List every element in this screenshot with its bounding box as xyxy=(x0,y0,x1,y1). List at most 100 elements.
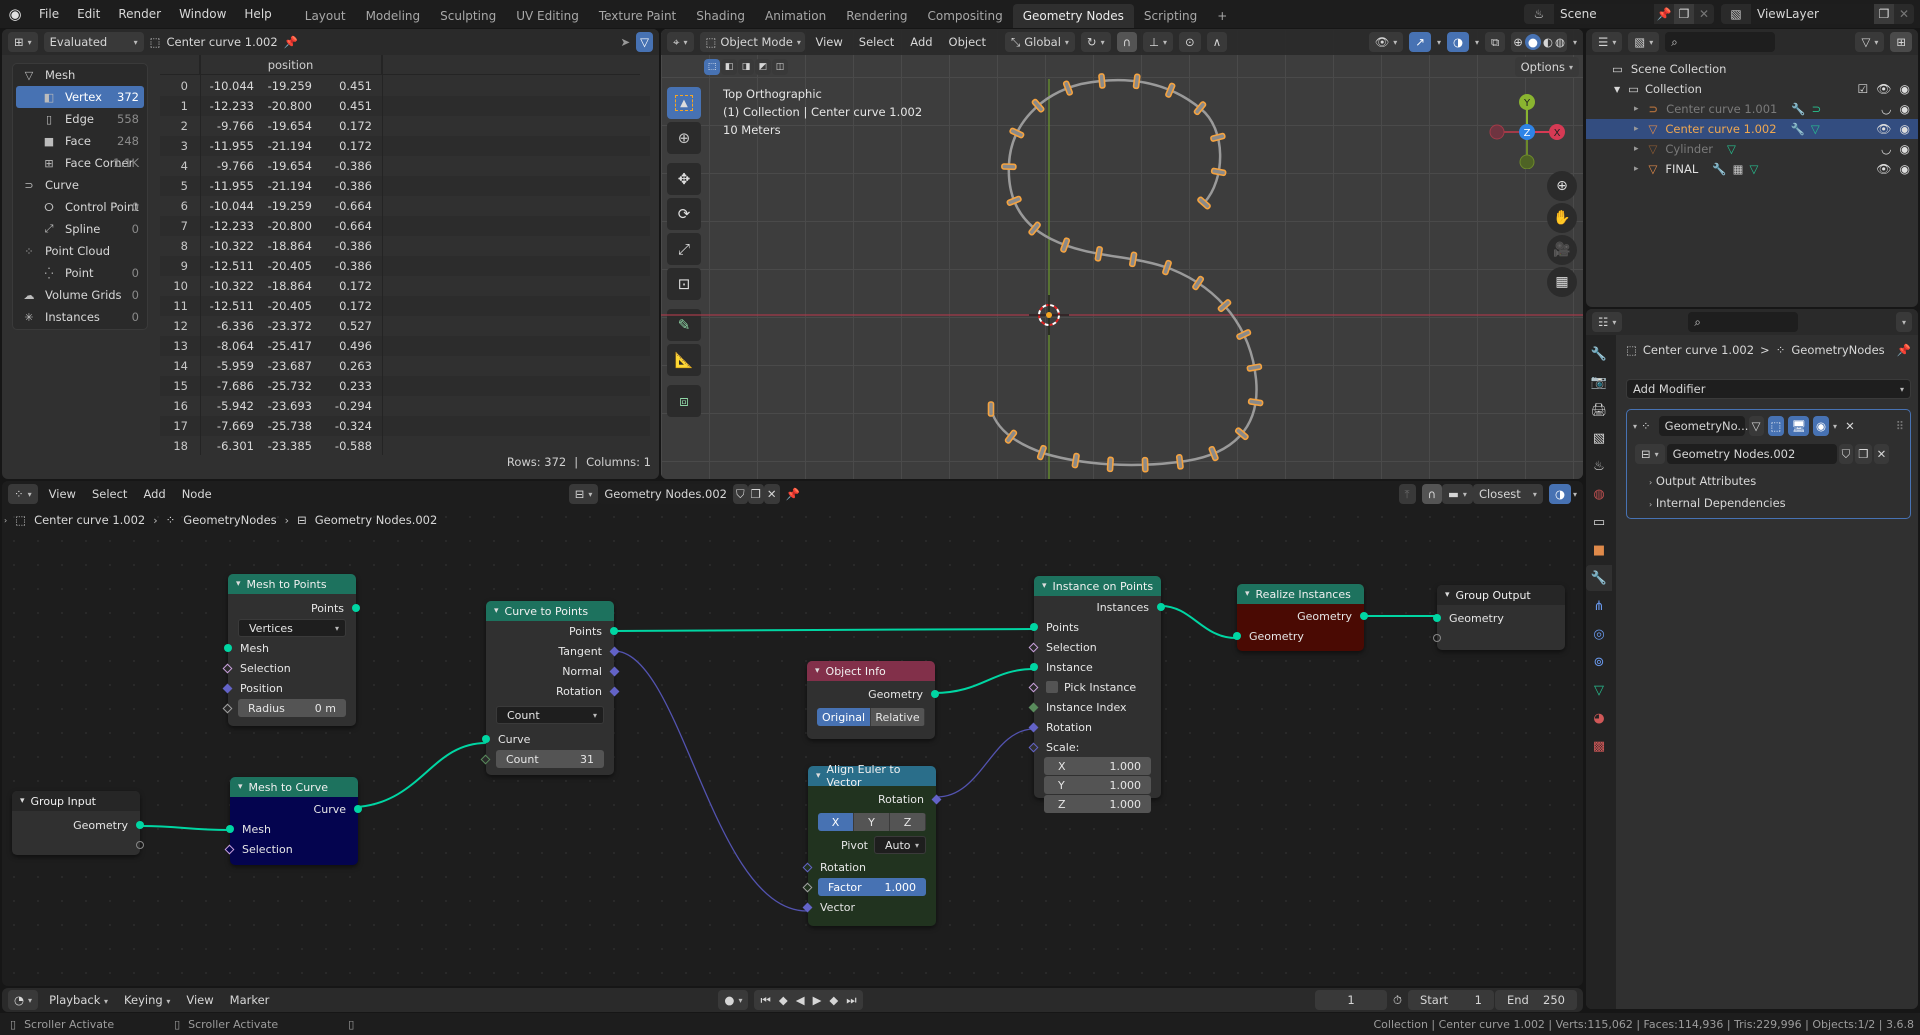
mesh-data-icon[interactable]: ▽ xyxy=(1727,142,1736,156)
domain-face[interactable]: ■ Face 248 xyxy=(13,130,147,152)
drag-handle-icon[interactable]: ⠿ xyxy=(1896,419,1904,433)
hidden-eye-icon[interactable]: ◡ xyxy=(1881,102,1891,116)
socket-dot[interactable] xyxy=(1433,634,1441,642)
mesh-to-points-mode-dropdown[interactable]: Vertices ▾ xyxy=(238,619,346,637)
hidden-eye-icon[interactable]: ◡ xyxy=(1881,142,1891,156)
pin-icon[interactable]: 📌 xyxy=(1654,7,1674,21)
render-toggle[interactable]: ◉ xyxy=(1813,416,1830,436)
view-layer-name[interactable]: ViewLayer xyxy=(1751,4,1874,24)
node-curve-to-points[interactable]: ▾ Curve to Points Points Tangent Normal R… xyxy=(480,601,620,775)
view-layer-selector[interactable]: ▧ ViewLayer ❐ ✕ xyxy=(1721,4,1914,24)
editor-type-button[interactable]: ⊞ ▾ xyxy=(8,32,38,52)
domain-edge[interactable]: ▯ Edge 558 xyxy=(13,108,147,130)
expand-arrow-icon[interactable]: ▸ xyxy=(1634,124,1639,134)
selected-only-icon[interactable]: ➤ xyxy=(621,35,631,49)
visibility-eye-icon[interactable]: 👁 xyxy=(1876,162,1891,176)
axis-z-button[interactable]: Z xyxy=(890,813,926,831)
jump-start-icon[interactable]: ⏮ xyxy=(760,993,770,1008)
scale-y-field[interactable]: Y 1.000 xyxy=(1044,776,1151,794)
modifier-tab-icon[interactable]: 🔧 xyxy=(1586,565,1612,591)
factor-field[interactable]: Factor 1.000 xyxy=(818,878,926,896)
next-keyframe-icon[interactable]: ◆ xyxy=(829,993,838,1007)
outliner-item[interactable]: ▸ ⊃ Center curve 1.001 🔧 ⊃ ◡ ◉ xyxy=(1586,99,1918,119)
axis-y-button[interactable]: Y xyxy=(854,813,890,831)
visibility-eye-icon[interactable]: 👁 xyxy=(1876,122,1891,136)
render-camera-icon[interactable]: ◉ xyxy=(1900,122,1910,136)
socket-dot[interactable] xyxy=(136,841,144,849)
menu-window[interactable]: Window xyxy=(170,7,235,21)
world-tab-icon[interactable]: ◍ xyxy=(1586,481,1612,507)
scene-tab-icon[interactable]: ♨ xyxy=(1586,453,1612,479)
modifier-name-field[interactable]: GeometryNo... xyxy=(1658,416,1748,436)
pin-icon[interactable]: 📌 xyxy=(284,35,298,49)
outliner-item[interactable]: ▸ ▽ Center curve 1.002 🔧 ▽ 👁 ◉ xyxy=(1586,119,1918,139)
physics-tab-icon[interactable]: ◎ xyxy=(1586,621,1612,647)
node-group-field[interactable]: Geometry Nodes.002 xyxy=(1666,444,1837,464)
socket-dot[interactable] xyxy=(1157,603,1165,611)
modifier-wrench-icon[interactable]: 🔧 xyxy=(1791,102,1805,116)
data-tab-icon[interactable]: ▽ xyxy=(1586,677,1612,703)
new-collection-button[interactable]: ⊞ xyxy=(1890,32,1912,52)
socket-dot[interactable] xyxy=(1233,632,1241,640)
tab-texture-paint[interactable]: Texture Paint xyxy=(589,4,686,28)
domain-instances[interactable]: ✳ Instances 0 xyxy=(13,306,147,328)
curve-data-icon[interactable]: ⊃ xyxy=(1812,102,1822,116)
tab-animation[interactable]: Animation xyxy=(755,4,836,28)
axis-x-button[interactable]: X xyxy=(818,813,854,831)
menu-view[interactable]: View xyxy=(181,993,218,1007)
ortho-grid-icon[interactable]: ▦ xyxy=(1547,267,1577,297)
material-tab-icon[interactable]: ◕ xyxy=(1586,705,1612,731)
original-button[interactable]: Original xyxy=(817,708,871,726)
curve-to-points-mode-dropdown[interactable]: Count ▾ xyxy=(496,706,604,724)
node-header[interactable]: ▾ Group Input xyxy=(12,791,140,811)
play-reverse-icon[interactable]: ◀ xyxy=(796,993,805,1007)
node-header[interactable]: ▾ Mesh to Points xyxy=(228,574,356,594)
column-position[interactable]: position xyxy=(200,55,382,74)
socket-dot[interactable] xyxy=(354,805,362,813)
render-camera-icon[interactable]: ◉ xyxy=(1900,162,1910,176)
mesh-data-icon[interactable]: ▽ xyxy=(1811,122,1820,136)
new-view-layer-icon[interactable]: ❐ xyxy=(1874,4,1894,24)
tool-tab-icon[interactable]: 🔧 xyxy=(1586,341,1612,367)
domain-spline[interactable]: ⤢ Spline 0 xyxy=(13,218,147,240)
edit-mode-toggle[interactable]: ▽ xyxy=(1748,416,1764,436)
menu-help[interactable]: Help xyxy=(235,7,280,21)
tab-compositing[interactable]: Compositing xyxy=(917,4,1012,28)
collection-tab-icon[interactable]: ▭ xyxy=(1586,509,1612,535)
socket-dot[interactable] xyxy=(482,735,490,743)
expand-arrow-icon[interactable]: ▸ xyxy=(1634,104,1639,114)
current-frame-field[interactable]: 1 xyxy=(1315,990,1388,1010)
domain-mesh[interactable]: ▽ Mesh xyxy=(13,64,147,86)
render-camera-icon[interactable]: ◉ xyxy=(1900,82,1910,96)
render-camera-icon[interactable]: ◉ xyxy=(1900,102,1910,116)
tab-geometry-nodes[interactable]: Geometry Nodes xyxy=(1012,4,1134,28)
play-icon[interactable]: ▶ xyxy=(813,993,822,1007)
scene-selector[interactable]: ♨ Scene 📌 ❐ ✕ xyxy=(1524,4,1714,24)
tab-uv-editing[interactable]: UV Editing xyxy=(506,4,589,28)
socket-dot[interactable] xyxy=(1030,623,1038,631)
node-realize-instances[interactable]: ▾ Realize Instances Geometry Geometry xyxy=(1233,584,1368,651)
pin-icon[interactable]: 📌 xyxy=(1897,343,1911,357)
scene-name[interactable]: Scene xyxy=(1554,4,1654,24)
editor-type-button[interactable]: ☰ ▾ xyxy=(1592,32,1623,52)
outliner-item[interactable]: ▸ ▽ Cylinder ▽ ◡ ◉ xyxy=(1586,139,1918,159)
editor-type-button[interactable]: ☷ ▾ xyxy=(1592,312,1623,332)
node-object-info[interactable]: ▾ Object Info Geometry Original Relative xyxy=(807,661,939,739)
domain-point[interactable]: ⁛ Point 0 xyxy=(13,262,147,284)
node-header[interactable]: ▾ Instance on Points xyxy=(1034,576,1161,596)
relative-button[interactable]: Relative xyxy=(871,708,925,726)
fake-user-shield-icon[interactable]: ⛉ xyxy=(1838,444,1854,464)
pivot-dropdown[interactable]: Auto ▾ xyxy=(874,836,926,854)
collection-row[interactable]: ▼ ▭ Collection ☑ 👁 ◉ xyxy=(1586,79,1918,99)
view-layer-tab-icon[interactable]: ▧ xyxy=(1586,425,1612,451)
tab-rendering[interactable]: Rendering xyxy=(836,4,917,28)
jump-end-icon[interactable]: ⏭ xyxy=(846,993,856,1008)
new-scene-icon[interactable]: ❐ xyxy=(1674,4,1694,24)
domain-curve[interactable]: ⊃ Curve xyxy=(13,174,147,196)
node-header[interactable]: ▾ Object Info xyxy=(807,661,935,681)
properties-search[interactable]: ⌕ xyxy=(1688,312,1799,332)
duplicate-icon[interactable]: ❐ xyxy=(1855,444,1872,464)
node-header[interactable]: ▾ Realize Instances xyxy=(1237,584,1364,604)
socket-dot[interactable] xyxy=(226,825,234,833)
node-header[interactable]: ▾ Group Output xyxy=(1437,585,1565,605)
